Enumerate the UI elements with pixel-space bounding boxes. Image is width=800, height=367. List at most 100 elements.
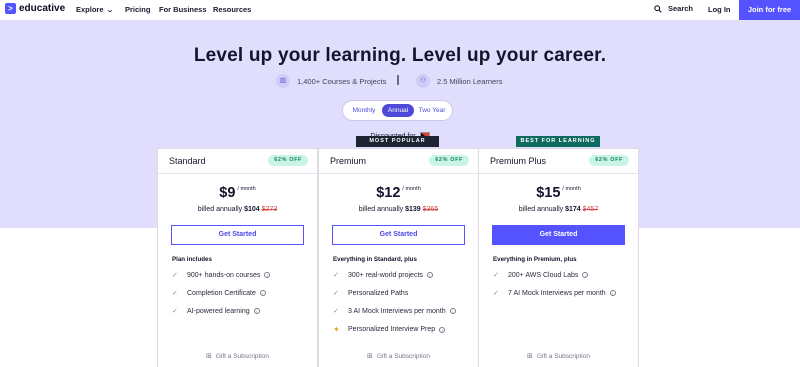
info-icon[interactable]: i (609, 290, 616, 296)
info-icon[interactable]: i (259, 290, 266, 296)
plan-price: $15/ month (479, 184, 638, 202)
search-icon (654, 4, 662, 13)
logo-icon: > (5, 3, 16, 14)
learners-stat: ⚇ 2.5 Million Learners (416, 74, 502, 88)
feature-item: ✦ Personalized Interview Prep i (333, 325, 446, 334)
info-icon[interactable]: i (439, 326, 446, 333)
nav-explore[interactable]: Explore ⌄ (76, 5, 114, 14)
feature-item: ✓ Completion Certificate i (172, 289, 266, 297)
info-icon[interactable]: i (582, 272, 589, 278)
price-period: / month (237, 186, 256, 192)
gift-subscription-link[interactable]: ⊞ Gift a Subscription (479, 352, 638, 360)
billing-toggle: Monthly Annual Two Year (342, 100, 453, 121)
nav-pricing[interactable]: Pricing (125, 5, 150, 14)
get-started-button[interactable]: Get Started (492, 225, 625, 245)
price-period: / month (562, 186, 581, 192)
plan-name: Standard (169, 156, 206, 166)
check-icon: ✓ (172, 272, 178, 279)
logo-text: educative (19, 3, 66, 14)
billed-price: $174 (565, 206, 581, 213)
get-started-button[interactable]: Get Started (332, 225, 465, 245)
join-button[interactable]: Join for free (739, 0, 800, 20)
users-icon: ⚇ (416, 74, 430, 88)
billed-annually: billed annually $174 $457 (479, 206, 638, 213)
feature-item: ✓ 7 AI Mock Interviews per month i (493, 289, 616, 297)
discount-badge: 62% OFF (268, 155, 308, 166)
best-for-learning-ribbon: BEST FOR LEARNING (516, 136, 600, 147)
nav-explore-label: Explore (76, 5, 104, 14)
login-link[interactable]: Log In (708, 5, 731, 14)
courses-stat: ▥ 1,400+ Courses & Projects (276, 74, 386, 88)
page-title: Level up your learning. Level up your ca… (193, 45, 607, 66)
info-icon[interactable]: i (426, 272, 433, 278)
feature-item: ✓ 200+ AWS Cloud Labs i (493, 271, 589, 279)
gift-subscription-link[interactable]: ⊞ Gift a Subscription (158, 352, 317, 360)
plan-price: $12/ month (319, 184, 478, 202)
price-amount: $9 (219, 185, 236, 201)
search-button[interactable]: Search (654, 4, 693, 13)
learners-stat-label: 2.5 Million Learners (437, 76, 503, 86)
courses-stat-label: 1,400+ Courses & Projects (297, 76, 387, 86)
feature-label: Personalized Interview Prep (348, 326, 436, 333)
check-icon: ✓ (333, 272, 339, 279)
info-icon[interactable]: i (449, 308, 456, 314)
feature-label: 3 AI Mock Interviews per month (348, 307, 446, 315)
book-icon: ▥ (276, 74, 290, 88)
discount-badge: 62% OFF (429, 155, 469, 166)
discount-badge: 62% OFF (589, 155, 629, 166)
billed-prefix: billed annually (518, 206, 564, 213)
billing-option-monthly[interactable]: Monthly (349, 104, 379, 117)
plan-name: Premium (330, 156, 367, 166)
feature-item: ✓ 300+ real-world projects i (333, 271, 433, 279)
check-icon: ✓ (172, 308, 178, 315)
stat-divider (397, 75, 399, 85)
billed-annually: billed annually $139 $365 (319, 206, 478, 213)
info-icon[interactable]: i (253, 308, 260, 314)
features-title: Plan includes (172, 256, 212, 263)
check-icon: ✓ (172, 290, 178, 297)
billing-option-annual[interactable]: Annual (382, 104, 414, 117)
gift-label: Gift a Subscription (536, 353, 590, 360)
feature-label: 900+ hands-on courses (187, 271, 261, 279)
billed-price: $139 (405, 206, 421, 213)
feature-item: ✓ 3 AI Mock Interviews per month i (333, 307, 456, 315)
billed-price: $104 (244, 206, 260, 213)
gift-icon: ⊞ (527, 353, 533, 360)
gift-icon: ⊞ (206, 353, 212, 360)
plan-header: Premium Plus 62% OFF (479, 149, 638, 174)
check-icon: ✓ (493, 290, 499, 297)
nav-for-business[interactable]: For Business (159, 5, 207, 14)
nav-resources[interactable]: Resources (213, 5, 251, 14)
sparkle-icon: ✦ (333, 325, 340, 334)
plan-card-standard: Standard 62% OFF $9/ month billed annual… (157, 148, 318, 367)
price-period: / month (402, 186, 421, 192)
billed-prefix: billed annually (358, 206, 404, 213)
feature-label: Personalized Paths (348, 289, 409, 297)
features-title: Everything in Standard, plus (333, 256, 417, 263)
info-icon[interactable]: i (264, 272, 271, 278)
plan-header: Premium 62% OFF (319, 149, 478, 174)
logo[interactable]: > educative (5, 3, 65, 14)
feature-item: ✓ Personalized Paths (333, 289, 409, 298)
feature-label: 300+ real-world projects (348, 271, 423, 279)
top-nav: > educative Explore ⌄ Pricing For Busines… (0, 0, 800, 20)
plan-card-premium-plus: Premium Plus 62% OFF $15/ month billed a… (478, 148, 639, 367)
billed-annually: billed annually $104 $273 (158, 206, 317, 213)
gift-subscription-link[interactable]: ⊞ Gift a Subscription (319, 352, 478, 360)
feature-label: 200+ AWS Cloud Labs (508, 271, 579, 279)
plan-name: Premium Plus (490, 156, 547, 166)
plan-price: $9/ month (158, 184, 317, 202)
feature-label: Completion Certificate (187, 289, 256, 297)
billed-prefix: billed annually (197, 206, 243, 213)
feature-item: ✓ AI-powered learning i (172, 307, 260, 315)
chevron-down-icon: ⌄ (105, 7, 114, 14)
get-started-button[interactable]: Get Started (171, 225, 304, 245)
billing-option-two-year[interactable]: Two Year (416, 104, 448, 117)
gift-icon: ⊞ (367, 353, 373, 360)
gift-label: Gift a Subscription (376, 353, 430, 360)
plan-card-premium: Premium 62% OFF $12/ month billed annual… (318, 148, 479, 367)
billed-old-price: $273 (261, 206, 278, 213)
features-title: Everything in Premium, plus (493, 256, 577, 263)
billed-old-price: $457 (582, 206, 599, 213)
price-amount: $15 (536, 185, 561, 201)
